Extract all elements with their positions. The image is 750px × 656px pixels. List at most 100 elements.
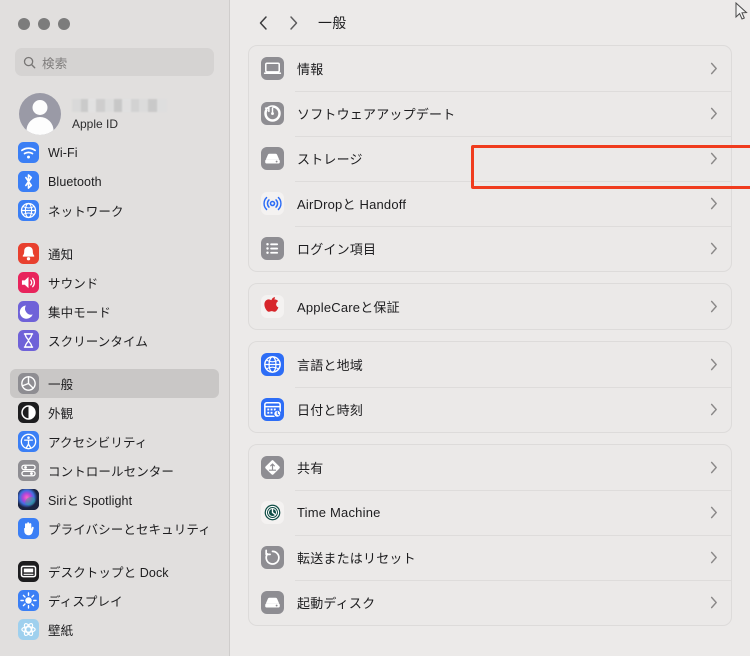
appearance-icon xyxy=(18,402,39,423)
page-title: 一般 xyxy=(318,14,347,31)
network-globe-icon xyxy=(18,200,39,221)
search-container: 検索 xyxy=(0,40,229,76)
sidebar-item-0[interactable]: 通知 xyxy=(10,239,219,268)
sidebar-item-1[interactable]: 外観 xyxy=(10,398,219,427)
chevron-right-icon xyxy=(710,461,718,474)
settings-row[interactable]: ログイン項目 xyxy=(249,226,731,271)
settings-row-label: 起動ディスク xyxy=(297,596,376,611)
settings-row-label: AppleCareと保証 xyxy=(297,300,400,315)
siri-spotlight-icon xyxy=(18,489,39,510)
search-icon xyxy=(23,56,36,69)
settings-row-label: ストレージ xyxy=(297,152,363,167)
main-panel: 一般 情報 ソフトウェアアップデート ストレージ AirDropと Handof… xyxy=(230,0,750,656)
notifications-bell-icon xyxy=(18,243,39,264)
airdrop-icon xyxy=(261,192,284,215)
sidebar-item-label: サウンド xyxy=(48,277,99,291)
login-items-list-icon xyxy=(261,237,284,260)
transfer-reset-icon xyxy=(261,546,284,569)
settings-row[interactable]: 言語と地域 xyxy=(249,342,731,387)
sidebar-item-0-selected[interactable]: 一般 xyxy=(10,369,219,398)
sidebar-item-label: スクリーンタイム xyxy=(48,335,148,349)
settings-row-label: 転送またはリセット xyxy=(297,551,416,566)
sidebar-item-2[interactable]: 壁紙 xyxy=(10,615,219,644)
settings-card: 情報 ソフトウェアアップデート ストレージ AirDropと Handoff ロ… xyxy=(248,45,732,272)
search-input[interactable]: 検索 xyxy=(15,48,214,76)
accessibility-icon xyxy=(18,431,39,452)
settings-row[interactable]: ソフトウェアアップデート xyxy=(249,91,731,136)
settings-row[interactable]: AirDropと Handoff xyxy=(249,181,731,226)
sidebar-item-5[interactable]: プライバシーとセキュリティ xyxy=(10,514,219,543)
sidebar-group: 通知 サウンド 集中モード スクリーンタイム xyxy=(0,239,229,355)
display-brightness-icon xyxy=(18,590,39,611)
privacy-hand-icon xyxy=(18,518,39,539)
sidebar-group: 一般 外観 アクセシビリティ コントロールセンター Siriと Spotligh… xyxy=(0,369,229,543)
settings-row-label: 言語と地域 xyxy=(297,358,364,373)
chevron-right-icon xyxy=(710,506,718,519)
settings-row[interactable]: 転送またはリセット xyxy=(249,535,731,580)
sidebar-item-1[interactable]: Bluetooth xyxy=(10,167,219,196)
apple-id-account-item[interactable]: Apple ID xyxy=(0,76,229,138)
sidebar-item-3[interactable]: スクリーンタイム xyxy=(10,326,219,355)
sidebar-group-separator xyxy=(0,543,229,557)
chevron-right-icon xyxy=(710,300,718,313)
sidebar-item-2[interactable]: アクセシビリティ xyxy=(10,427,219,456)
settings-row[interactable]: 日付と時刻 xyxy=(249,387,731,432)
sidebar-item-label: 集中モード xyxy=(48,306,112,320)
sidebar-item-label: 通知 xyxy=(48,248,74,262)
settings-row[interactable]: 起動ディスク xyxy=(249,580,731,625)
chevron-right-icon xyxy=(710,403,718,416)
sidebar-group-separator xyxy=(0,225,229,239)
account-subtitle: Apple ID xyxy=(72,116,119,131)
account-name-redacted xyxy=(72,98,167,112)
sidebar-item-2[interactable]: 集中モード xyxy=(10,297,219,326)
sidebar-item-2[interactable]: ネットワーク xyxy=(10,196,219,225)
traffic-lights xyxy=(0,0,229,40)
sidebar-item-label: プライバシーとセキュリティ xyxy=(48,523,211,537)
sidebar-item-0[interactable]: デスクトップと Dock xyxy=(10,557,219,586)
sidebar-item-3[interactable]: コントロールセンター xyxy=(10,456,219,485)
wallpaper-icon xyxy=(18,619,39,640)
about-laptop-icon xyxy=(261,57,284,80)
applecare-apple-icon xyxy=(261,295,284,318)
chevron-right-icon xyxy=(710,551,718,564)
settings-row[interactable]: 情報 xyxy=(249,46,731,91)
startup-disk-icon xyxy=(261,591,284,614)
sidebar-item-4[interactable]: Siriと Spotlight xyxy=(10,485,219,514)
sound-speaker-icon xyxy=(18,272,39,293)
close-button[interactable] xyxy=(18,18,30,30)
bluetooth-icon xyxy=(18,171,39,192)
back-button[interactable] xyxy=(248,8,278,38)
sidebar-item-label: 外観 xyxy=(48,407,74,421)
sidebar-group-separator xyxy=(0,355,229,369)
zoom-button[interactable] xyxy=(58,18,70,30)
settings-card: 共有 Time Machine 転送またはリセット 起動ディスク xyxy=(248,444,732,626)
settings-row[interactable]: Time Machine xyxy=(249,490,731,535)
nav-bar: 一般 xyxy=(230,0,750,45)
focus-moon-icon xyxy=(18,301,39,322)
sidebar-item-1[interactable]: ディスプレイ xyxy=(10,586,219,615)
settings-card: AppleCareと保証 xyxy=(248,283,732,330)
sidebar-item-label: 壁紙 xyxy=(48,624,74,638)
wifi-icon xyxy=(18,142,39,163)
sidebar-item-0[interactable]: Wi-Fi xyxy=(10,138,219,167)
settings-row[interactable]: AppleCareと保証 xyxy=(249,284,731,329)
sidebar-item-label: 一般 xyxy=(48,378,74,392)
settings-row-highlighted[interactable]: ストレージ xyxy=(249,136,731,181)
settings-row-label: 日付と時刻 xyxy=(297,403,364,418)
sidebar: 検索 Apple ID Wi-Fi Bluetooth ネットワーク 通知 サウ… xyxy=(0,0,230,656)
chevron-right-icon xyxy=(710,152,718,165)
sidebar-item-label: ディスプレイ xyxy=(48,595,123,609)
storage-disk-icon xyxy=(261,147,284,170)
settings-row-label: ソフトウェアアップデート xyxy=(297,107,456,122)
language-region-globe-icon xyxy=(261,353,284,376)
settings-row[interactable]: 共有 xyxy=(249,445,731,490)
forward-button[interactable] xyxy=(278,8,308,38)
chevron-right-icon xyxy=(710,242,718,255)
control-center-icon xyxy=(18,460,39,481)
desktop-dock-icon xyxy=(18,561,39,582)
sidebar-item-1[interactable]: サウンド xyxy=(10,268,219,297)
settings-list: 情報 ソフトウェアアップデート ストレージ AirDropと Handoff ロ… xyxy=(230,45,750,626)
chevron-right-icon xyxy=(710,62,718,75)
date-time-icon xyxy=(261,398,284,421)
minimize-button[interactable] xyxy=(38,18,50,30)
